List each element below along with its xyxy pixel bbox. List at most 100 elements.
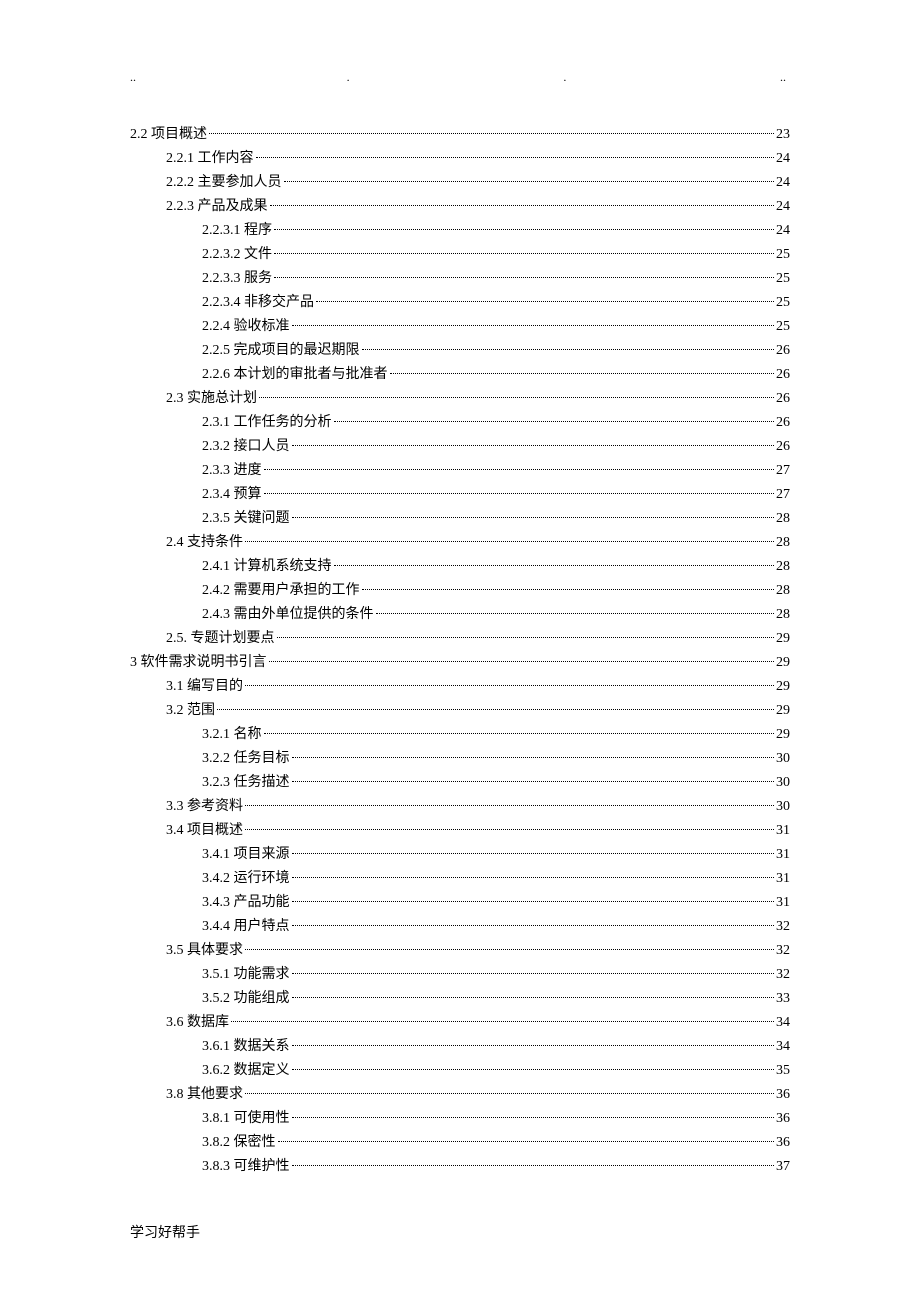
toc-entry[interactable]: 2.3.2 接口人员26 bbox=[130, 435, 790, 459]
toc-entry[interactable]: 3.5.2 功能组成33 bbox=[130, 987, 790, 1011]
toc-entry[interactable]: 2.3.4 预算27 bbox=[130, 483, 790, 507]
toc-label: 3.1 编写目的 bbox=[166, 675, 243, 699]
toc-leader bbox=[292, 853, 775, 854]
toc-leader bbox=[334, 421, 775, 422]
toc-leader bbox=[292, 445, 775, 446]
toc-leader bbox=[292, 973, 775, 974]
toc-page-number: 28 bbox=[776, 579, 790, 603]
toc-entry[interactable]: 2.2.2 主要参加人员24 bbox=[130, 171, 790, 195]
toc-label: 3.2 范围 bbox=[166, 699, 215, 723]
toc-leader bbox=[245, 685, 774, 686]
toc-entry[interactable]: 3.3 参考资料30 bbox=[130, 795, 790, 819]
toc-page-number: 25 bbox=[776, 315, 790, 339]
toc-leader bbox=[259, 397, 774, 398]
toc-label: 3.5 具体要求 bbox=[166, 939, 243, 963]
toc-page-number: 34 bbox=[776, 1035, 790, 1059]
toc-leader bbox=[390, 373, 775, 374]
header-dot: .. bbox=[780, 70, 790, 85]
toc-entry[interactable]: 3.6 数据库34 bbox=[130, 1011, 790, 1035]
toc-entry[interactable]: 3.2.3 任务描述30 bbox=[130, 771, 790, 795]
toc-page-number: 24 bbox=[776, 219, 790, 243]
toc-entry[interactable]: 3.4.4 用户特点32 bbox=[130, 915, 790, 939]
toc-entry[interactable]: 2.2.3.2 文件25 bbox=[130, 243, 790, 267]
page-footer: 学习好帮手 bbox=[130, 1222, 200, 1242]
toc-entry[interactable]: 3.6.2 数据定义35 bbox=[130, 1059, 790, 1083]
header-dot: . bbox=[347, 70, 357, 85]
toc-leader bbox=[292, 1069, 775, 1070]
toc-entry[interactable]: 2.2.3.4 非移交产品25 bbox=[130, 291, 790, 315]
toc-entry[interactable]: 2.4.2 需要用户承担的工作28 bbox=[130, 579, 790, 603]
toc-entry[interactable]: 2.2 项目概述23 bbox=[130, 123, 790, 147]
toc-leader bbox=[245, 541, 774, 542]
toc-page-number: 27 bbox=[776, 459, 790, 483]
toc-leader bbox=[278, 1141, 775, 1142]
toc-entry[interactable]: 3.6.1 数据关系 34 bbox=[130, 1035, 790, 1059]
toc-entry[interactable]: 3.5 具体要求32 bbox=[130, 939, 790, 963]
toc-leader bbox=[264, 493, 775, 494]
toc-entry[interactable]: 2.2.3.1 程序 24 bbox=[130, 219, 790, 243]
toc-entry[interactable]: 3.4.2 运行环境31 bbox=[130, 867, 790, 891]
toc-page-number: 25 bbox=[776, 267, 790, 291]
toc-entry[interactable]: 2.5. 专题计划要点29 bbox=[130, 627, 790, 651]
toc-label: 2.2.3 产品及成果 bbox=[166, 195, 268, 219]
toc-page-number: 30 bbox=[776, 771, 790, 795]
toc-page-number: 31 bbox=[776, 819, 790, 843]
toc-entry[interactable]: 2.4.3 需由外单位提供的条件28 bbox=[130, 603, 790, 627]
toc-entry[interactable]: 3.4.3 产品功能31 bbox=[130, 891, 790, 915]
toc-label: 3.2.1 名称 bbox=[202, 723, 262, 747]
toc-page-number: 36 bbox=[776, 1083, 790, 1107]
toc-entry[interactable]: 3.1 编写目的29 bbox=[130, 675, 790, 699]
toc-leader bbox=[292, 1165, 775, 1166]
toc-page-number: 31 bbox=[776, 891, 790, 915]
toc-entry[interactable]: 3.4 项目概述 31 bbox=[130, 819, 790, 843]
header-dot: .. bbox=[130, 70, 140, 85]
toc-entry[interactable]: 2.2.4 验收标准25 bbox=[130, 315, 790, 339]
toc-leader bbox=[292, 781, 775, 782]
toc-entry[interactable]: 2.2.1 工作内容24 bbox=[130, 147, 790, 171]
toc-entry[interactable]: 3.2.2 任务目标30 bbox=[130, 747, 790, 771]
toc-page-number: 26 bbox=[776, 387, 790, 411]
toc-page-number: 25 bbox=[776, 243, 790, 267]
toc-label: 2.4.1 计算机系统支持 bbox=[202, 555, 332, 579]
toc-entry[interactable]: 2.2.5 完成项目的最迟期限26 bbox=[130, 339, 790, 363]
toc-page-number: 30 bbox=[776, 795, 790, 819]
toc-label: 3.4.1 项目来源 bbox=[202, 843, 290, 867]
toc-leader bbox=[362, 349, 775, 350]
toc-page-number: 28 bbox=[776, 555, 790, 579]
toc-entry[interactable]: 3.8.3 可维护性37 bbox=[130, 1155, 790, 1179]
toc-entry[interactable]: 2.4.1 计算机系统支持 28 bbox=[130, 555, 790, 579]
toc-leader bbox=[376, 613, 775, 614]
toc-leader bbox=[274, 229, 774, 230]
toc-entry[interactable]: 3.8.1 可使用性36 bbox=[130, 1107, 790, 1131]
toc-entry[interactable]: 3.5.1 功能需求32 bbox=[130, 963, 790, 987]
toc-label: 3 软件需求说明书引言 bbox=[130, 651, 267, 675]
toc-entry[interactable]: 2.2.6 本计划的审批者与批准者26 bbox=[130, 363, 790, 387]
toc-label: 2.2.3.1 程序 bbox=[202, 219, 272, 243]
toc-page-number: 29 bbox=[776, 651, 790, 675]
toc-label: 3.2.2 任务目标 bbox=[202, 747, 290, 771]
toc-page-number: 35 bbox=[776, 1059, 790, 1083]
toc-page-number: 33 bbox=[776, 987, 790, 1011]
toc-entry[interactable]: 3.8 其他要求36 bbox=[130, 1083, 790, 1107]
toc-entry[interactable]: 2.3.5 关键问题28 bbox=[130, 507, 790, 531]
toc-entry[interactable]: 2.3.3 进度 27 bbox=[130, 459, 790, 483]
toc-entry[interactable]: 3.8.2 保密性36 bbox=[130, 1131, 790, 1155]
toc-leader bbox=[292, 877, 775, 878]
toc-entry[interactable]: 3.2 范围29 bbox=[130, 699, 790, 723]
toc-entry[interactable]: 2.3 实施总计划26 bbox=[130, 387, 790, 411]
toc-label: 3.4 项目概述 bbox=[166, 819, 243, 843]
toc-entry[interactable]: 3.4.1 项目来源31 bbox=[130, 843, 790, 867]
toc-label: 2.3.3 进度 bbox=[202, 459, 262, 483]
toc-entry[interactable]: 3 软件需求说明书引言 29 bbox=[130, 651, 790, 675]
toc-leader bbox=[292, 997, 775, 998]
toc-leader bbox=[245, 829, 774, 830]
toc-leader bbox=[292, 517, 775, 518]
toc-entry[interactable]: 2.2.3 产品及成果24 bbox=[130, 195, 790, 219]
toc-entry[interactable]: 2.4 支持条件28 bbox=[130, 531, 790, 555]
toc-entry[interactable]: 2.2.3.3 服务 25 bbox=[130, 267, 790, 291]
toc-entry[interactable]: 2.3.1 工作任务的分析26 bbox=[130, 411, 790, 435]
toc-label: 2.2.3.3 服务 bbox=[202, 267, 272, 291]
toc-label: 3.6.1 数据关系 bbox=[202, 1035, 290, 1059]
toc-label: 2.3.5 关键问题 bbox=[202, 507, 290, 531]
toc-entry[interactable]: 3.2.1 名称29 bbox=[130, 723, 790, 747]
